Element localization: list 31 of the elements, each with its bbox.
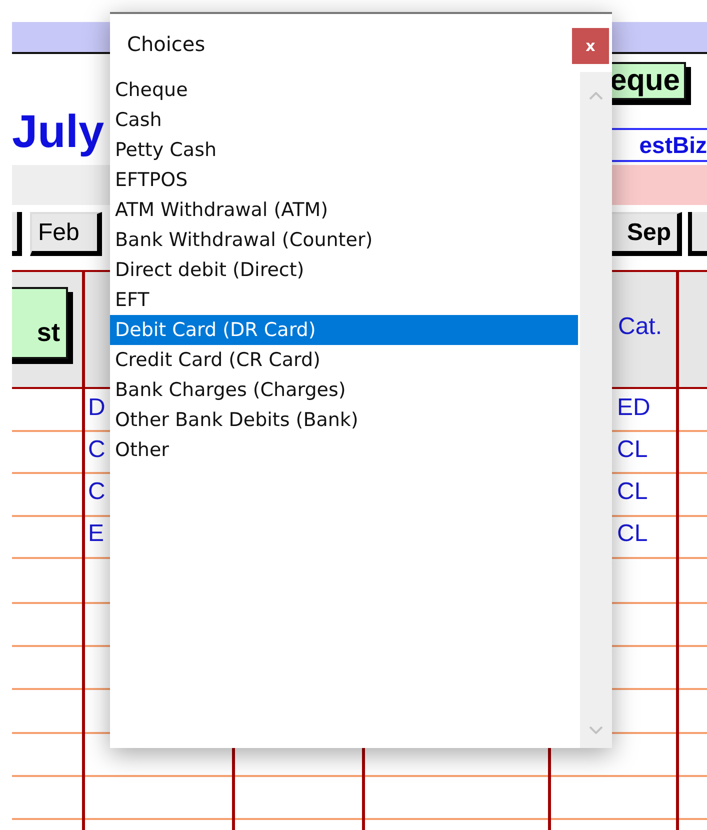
list-item[interactable]: Cash (110, 105, 578, 135)
table-cell: CL (617, 519, 648, 549)
close-button[interactable]: x (572, 28, 609, 64)
table-cell: C (88, 435, 106, 465)
table-cell: E (88, 519, 104, 549)
table-cell: CL (617, 435, 648, 465)
list-item[interactable]: Bank Charges (Charges) (110, 375, 578, 405)
month-tab[interactable]: Feb (30, 212, 102, 256)
scrollbar[interactable] (580, 72, 612, 748)
table-cell: D (88, 393, 106, 423)
list-item[interactable]: Credit Card (CR Card) (110, 345, 578, 375)
dialog-title: Choices (127, 31, 206, 56)
scroll-down-icon[interactable] (589, 726, 603, 734)
list-item[interactable]: Bank Withdrawal (Counter) (110, 225, 578, 255)
table-cell: C (88, 477, 106, 507)
month-title: July (12, 104, 104, 159)
month-tab[interactable] (12, 212, 22, 256)
table-cell: CL (617, 477, 648, 507)
list-item[interactable]: Direct debit (Direct) (110, 255, 578, 285)
list-item[interactable]: Other (110, 435, 578, 465)
list-item[interactable]: Cheque (110, 75, 578, 105)
list-item[interactable]: Other Bank Debits (Bank) (110, 405, 578, 435)
scroll-up-icon[interactable] (589, 92, 603, 100)
list-item[interactable]: ATM Withdrawal (ATM) (110, 195, 578, 225)
column-header: Cat. (618, 313, 662, 341)
list-item[interactable]: Debit Card (DR Card) (110, 315, 578, 345)
month-tab[interactable] (688, 212, 707, 256)
list-item[interactable]: Petty Cash (110, 135, 578, 165)
list-item[interactable]: EFTPOS (110, 165, 578, 195)
list-item[interactable]: EFT (110, 285, 578, 315)
table-cell: ED (617, 393, 650, 423)
